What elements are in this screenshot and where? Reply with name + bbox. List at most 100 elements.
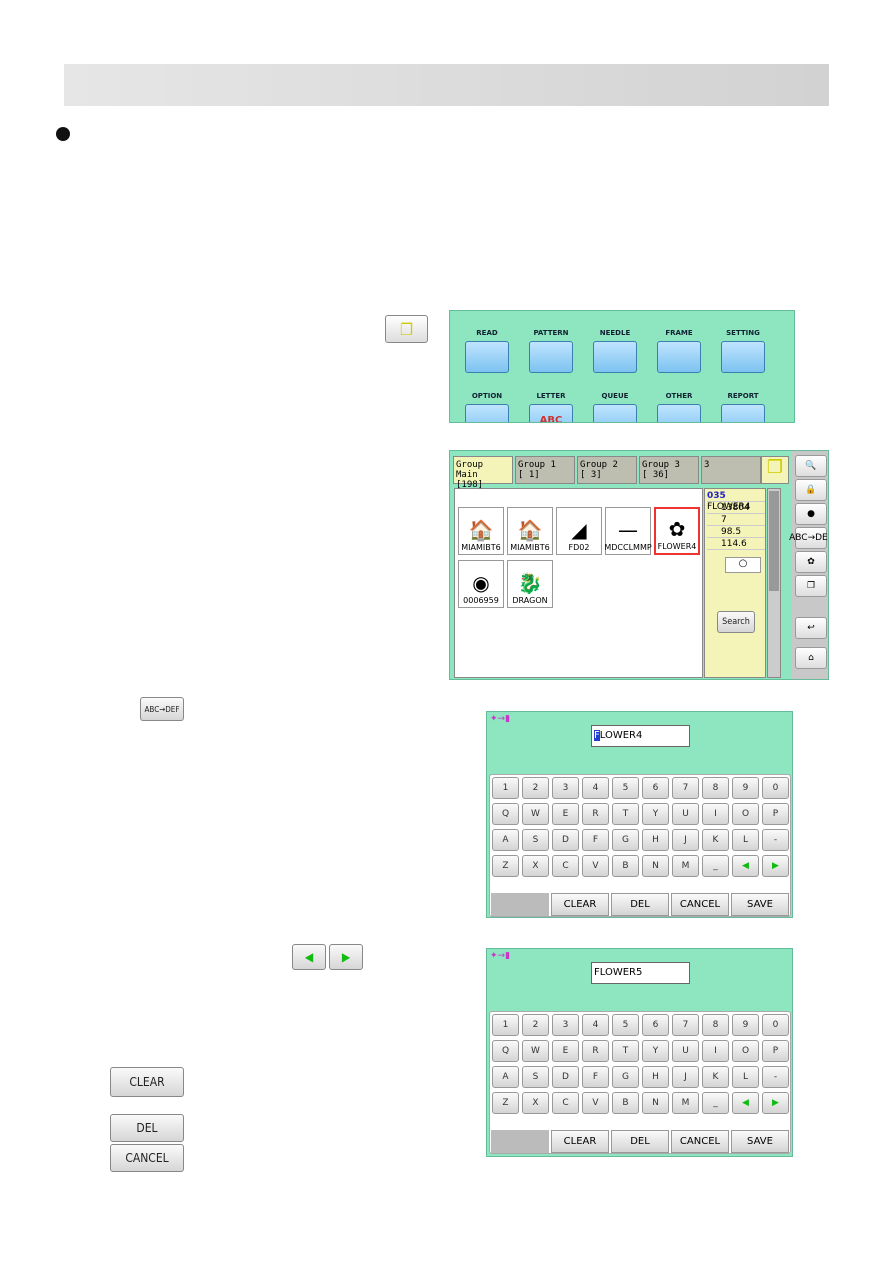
key-A[interactable]: A — [492, 1066, 519, 1088]
key-H[interactable]: H — [642, 829, 669, 851]
key-Z[interactable]: Z — [492, 855, 519, 877]
key-_[interactable]: _ — [702, 855, 729, 877]
key-Y[interactable]: Y — [642, 803, 669, 825]
design-thumbnail[interactable]: — MDCCLMMP — [604, 507, 652, 555]
del-button[interactable]: DEL — [611, 893, 669, 916]
design-thumbnail[interactable]: 🏠 MIAMIBT6 — [458, 507, 504, 555]
key-S[interactable]: S — [522, 829, 549, 851]
key-W[interactable]: W — [522, 803, 549, 825]
key-4[interactable]: 4 — [582, 1014, 609, 1036]
key-V[interactable]: V — [582, 1092, 609, 1114]
return-button[interactable]: ↩ — [795, 617, 827, 639]
group-tab-0[interactable]: Group Main [198] — [453, 456, 513, 490]
key-K[interactable]: K — [702, 829, 729, 851]
key-8[interactable]: 8 — [702, 777, 729, 799]
group-select-icon[interactable]: ❐ — [761, 456, 789, 484]
key-3[interactable]: 3 — [552, 777, 579, 799]
key-right[interactable]: ▶ — [762, 855, 789, 877]
right-arrow-button[interactable]: ▶ — [329, 944, 363, 970]
key-S[interactable]: S — [522, 1066, 549, 1088]
menu-item-other[interactable]: OTHER — [650, 392, 708, 422]
key-O[interactable]: O — [732, 803, 759, 825]
clear-button[interactable]: CLEAR — [551, 893, 609, 916]
key-T[interactable]: T — [612, 803, 639, 825]
menu-item-report[interactable]: REPORT — [714, 392, 772, 422]
name-input[interactable]: FLOWER5 — [591, 962, 690, 984]
key-N[interactable]: N — [642, 1092, 669, 1114]
key-6[interactable]: 6 — [642, 1014, 669, 1036]
key-P[interactable]: P — [762, 803, 789, 825]
key-2[interactable]: 2 — [522, 777, 549, 799]
group-icon-button[interactable]: ❐ — [385, 315, 428, 343]
key-Q[interactable]: Q — [492, 803, 519, 825]
key-6[interactable]: 6 — [642, 777, 669, 799]
design-thumbnail[interactable]: ◢ FD02 — [556, 507, 602, 555]
key-P[interactable]: P — [762, 1040, 789, 1062]
group-tab-4[interactable]: 3 — [701, 456, 761, 484]
clear-button[interactable]: CLEAR — [551, 1130, 609, 1153]
key-X[interactable]: X — [522, 855, 549, 877]
design-thumbnail[interactable]: ✿ FLOWER4 — [654, 507, 700, 555]
key-H[interactable]: H — [642, 1066, 669, 1088]
cancel-button[interactable]: CANCEL — [110, 1144, 184, 1172]
key-L[interactable]: L — [732, 1066, 759, 1088]
key--[interactable]: - — [762, 829, 789, 851]
key-B[interactable]: B — [612, 855, 639, 877]
key-K[interactable]: K — [702, 1066, 729, 1088]
key-U[interactable]: U — [672, 1040, 699, 1062]
del-button[interactable]: DEL — [110, 1114, 184, 1142]
design-thumbnail[interactable]: 🏠 MIAMIBT6 — [507, 507, 553, 555]
key-B[interactable]: B — [612, 1092, 639, 1114]
key-right[interactable]: ▶ — [762, 1092, 789, 1114]
copy-button[interactable]: ❐ — [795, 575, 827, 597]
menu-item-read[interactable]: READ — [458, 329, 516, 373]
menu-item-option[interactable]: OPTION — [458, 392, 516, 422]
key--[interactable]: - — [762, 1066, 789, 1088]
name-input[interactable]: FLOWER4 — [591, 725, 690, 747]
key-Q[interactable]: Q — [492, 1040, 519, 1062]
dot-button[interactable]: ● — [795, 503, 827, 525]
key-X[interactable]: X — [522, 1092, 549, 1114]
key-M[interactable]: M — [672, 1092, 699, 1114]
key-G[interactable]: G — [612, 1066, 639, 1088]
key-D[interactable]: D — [552, 1066, 579, 1088]
key-R[interactable]: R — [582, 803, 609, 825]
key-D[interactable]: D — [552, 829, 579, 851]
scrollbar-thumb[interactable] — [769, 491, 779, 591]
key-Z[interactable]: Z — [492, 1092, 519, 1114]
key-A[interactable]: A — [492, 829, 519, 851]
key-F[interactable]: F — [582, 829, 609, 851]
key-W[interactable]: W — [522, 1040, 549, 1062]
key-E[interactable]: E — [552, 803, 579, 825]
key-U[interactable]: U — [672, 803, 699, 825]
flower-button[interactable]: ✿ — [795, 551, 827, 573]
key-J[interactable]: J — [672, 1066, 699, 1088]
key-O[interactable]: O — [732, 1040, 759, 1062]
design-thumbnail[interactable]: 🐉 DRAGON — [507, 560, 553, 608]
menu-item-queue[interactable]: QUEUE — [586, 392, 644, 422]
menu-item-setting[interactable]: SETTING — [714, 329, 772, 373]
cancel-button[interactable]: CANCEL — [671, 1130, 729, 1153]
key-I[interactable]: I — [702, 1040, 729, 1062]
key-1[interactable]: 1 — [492, 1014, 519, 1036]
lock-button[interactable]: 🔒 — [795, 479, 827, 501]
clear-button[interactable]: CLEAR — [110, 1067, 184, 1097]
menu-item-pattern[interactable]: PATTERN — [522, 329, 580, 373]
key-T[interactable]: T — [612, 1040, 639, 1062]
key-E[interactable]: E — [552, 1040, 579, 1062]
key-_[interactable]: _ — [702, 1092, 729, 1114]
menu-item-letter[interactable]: LETTER ABC — [522, 392, 580, 422]
key-5[interactable]: 5 — [612, 1014, 639, 1036]
group-tab-2[interactable]: Group 2[ 3] — [577, 456, 637, 484]
key-left[interactable]: ◀ — [732, 1092, 759, 1114]
key-Y[interactable]: Y — [642, 1040, 669, 1062]
key-G[interactable]: G — [612, 829, 639, 851]
scrollbar[interactable] — [767, 488, 781, 678]
key-2[interactable]: 2 — [522, 1014, 549, 1036]
save-button[interactable]: SAVE — [731, 893, 789, 916]
key-I[interactable]: I — [702, 803, 729, 825]
key-9[interactable]: 9 — [732, 777, 759, 799]
key-N[interactable]: N — [642, 855, 669, 877]
key-1[interactable]: 1 — [492, 777, 519, 799]
key-L[interactable]: L — [732, 829, 759, 851]
